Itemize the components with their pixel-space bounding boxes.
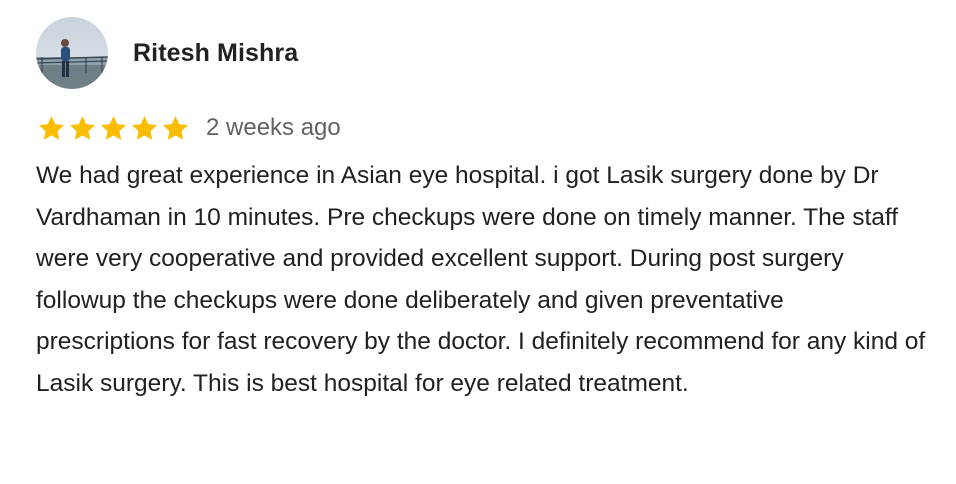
star-icon: [160, 114, 191, 143]
star-icon: [98, 114, 129, 143]
star-icon: [36, 114, 67, 143]
review-timestamp: 2 weeks ago: [206, 114, 341, 141]
avatar-photo-icon: [36, 17, 108, 89]
reviewer-name[interactable]: Ritesh Mishra: [133, 39, 298, 68]
review-card: Ritesh Mishra 2 weeks ago We had great e…: [0, 0, 956, 484]
avatar[interactable]: [36, 17, 108, 89]
star-icon: [67, 114, 98, 143]
rating-row: 2 weeks ago: [36, 113, 341, 143]
star-icon: [129, 114, 160, 143]
reviewer-header: Ritesh Mishra: [36, 17, 298, 89]
star-rating: [36, 114, 191, 143]
review-text: We had great experience in Asian eye hos…: [36, 162, 926, 397]
